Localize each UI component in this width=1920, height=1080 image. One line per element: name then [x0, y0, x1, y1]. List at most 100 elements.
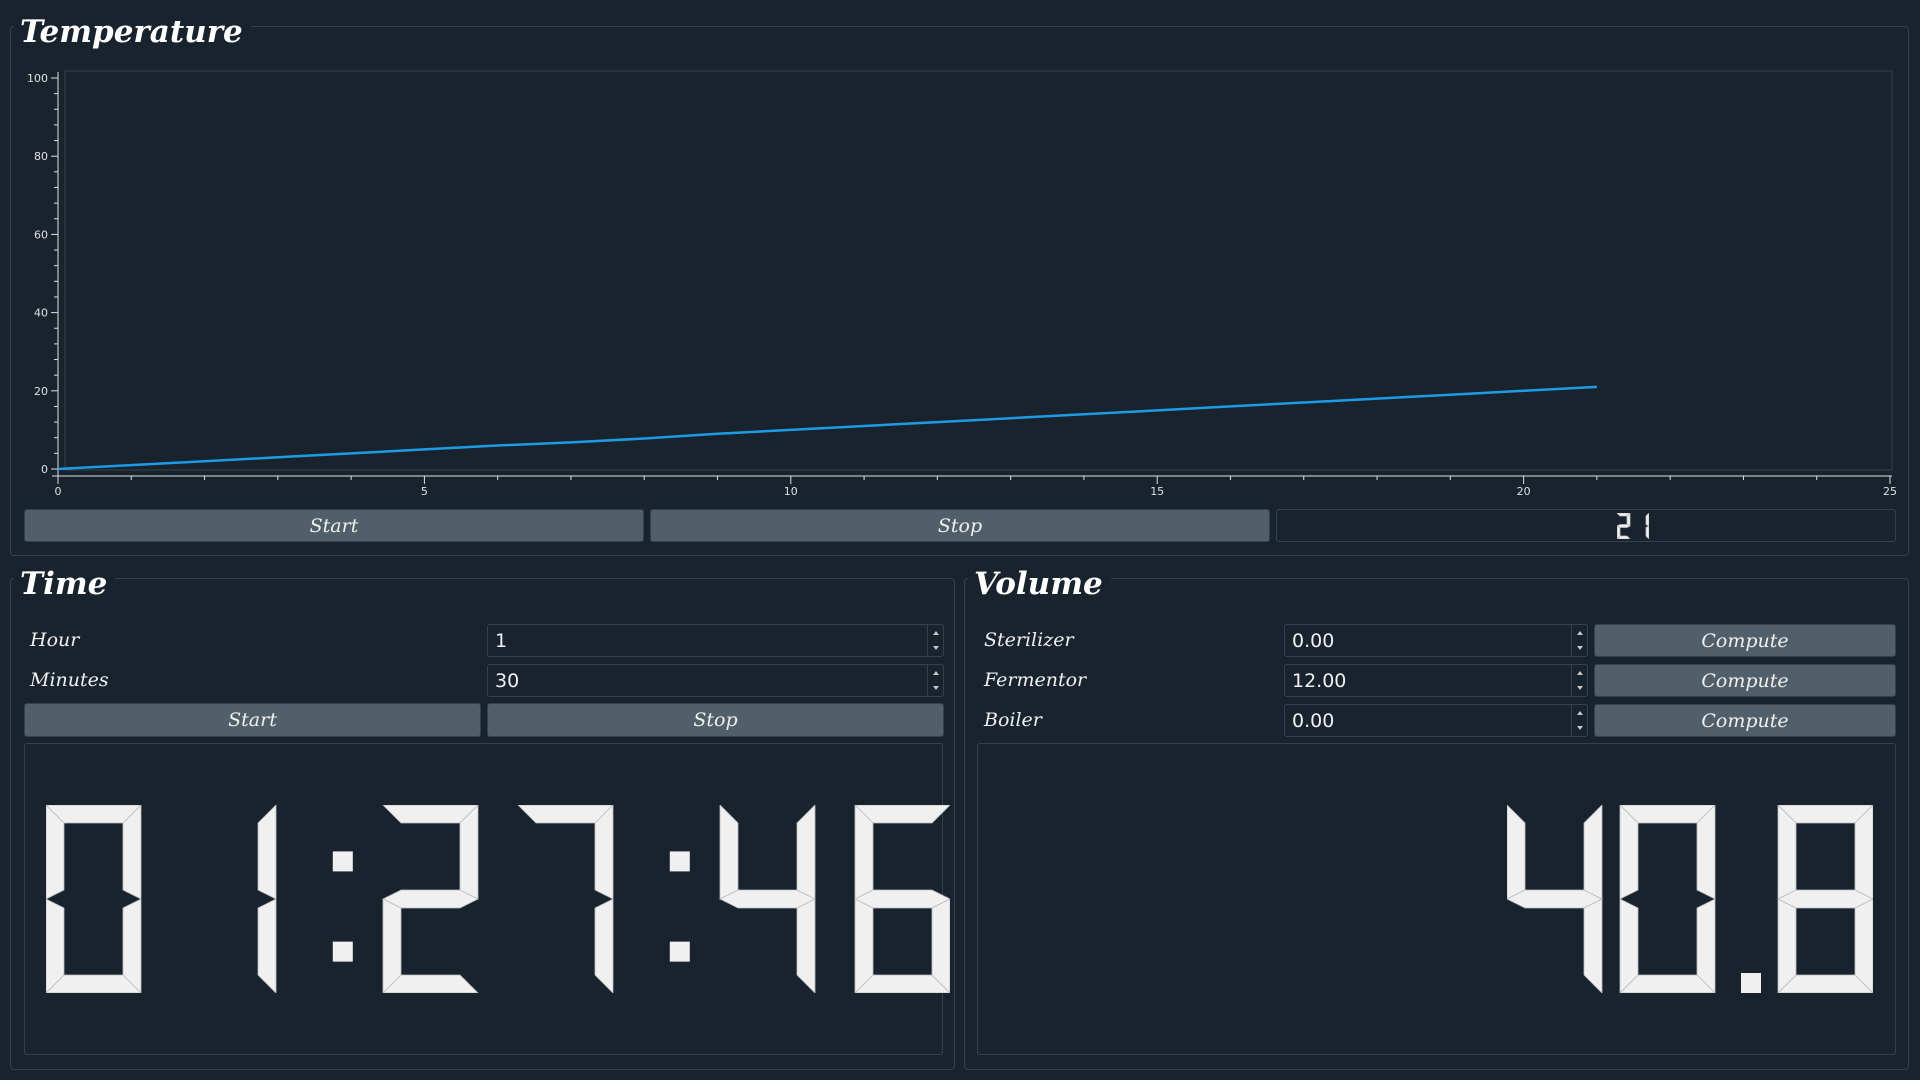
- boiler-spinbox[interactable]: [1284, 704, 1588, 737]
- lcd-svg: [45, 804, 951, 994]
- arrow-down-icon: [1576, 726, 1583, 731]
- x-tick-label: 0: [55, 485, 62, 498]
- y-tick-label: 0: [41, 463, 48, 476]
- arrow-up-icon: [932, 630, 939, 635]
- boiler-input[interactable]: [1285, 705, 1571, 736]
- fermentor-label: Fermentor: [984, 669, 1087, 691]
- hour-input[interactable]: [488, 625, 927, 656]
- x-tick-label: 10: [784, 485, 798, 498]
- sterilizer-spinbox[interactable]: [1284, 624, 1588, 657]
- lcd-digit: [1645, 512, 1650, 540]
- lcd-segment: [719, 804, 739, 900]
- minutes-increment[interactable]: [928, 665, 943, 681]
- lcd-colon-dot: [332, 851, 353, 872]
- x-tick-label: 25: [1883, 485, 1897, 498]
- minutes-spin-arrows: [927, 665, 943, 696]
- fermentor-compute-button[interactable]: Compute: [1594, 664, 1896, 697]
- minutes-decrement[interactable]: [928, 681, 943, 697]
- lcd-segment: [382, 889, 479, 909]
- fermentor-increment[interactable]: [1572, 665, 1587, 681]
- y-tick-label: 80: [34, 150, 48, 163]
- volume-lcd: [977, 743, 1896, 1055]
- lcd-digit: [1506, 804, 1603, 994]
- lcd-dot: [1741, 973, 1761, 993]
- minutes-spinbox[interactable]: [487, 664, 944, 697]
- x-tick-label: 5: [421, 485, 428, 498]
- arrow-up-icon: [1576, 710, 1583, 715]
- lcd-segment: [854, 889, 951, 909]
- temperature-start-button[interactable]: Start: [24, 509, 644, 542]
- x-tick-label: 20: [1517, 485, 1531, 498]
- lcd-segment: [594, 898, 614, 994]
- hour-increment[interactable]: [928, 625, 943, 641]
- time-stop-button[interactable]: Stop: [487, 703, 944, 737]
- lcd-colon-dot: [669, 851, 690, 872]
- temperature-stop-button[interactable]: Stop: [650, 509, 1270, 542]
- hour-spin-arrows: [927, 625, 943, 656]
- lcd-segment: [796, 898, 816, 994]
- boiler-increment[interactable]: [1572, 705, 1587, 721]
- y-tick-label: 20: [34, 385, 48, 398]
- hour-label: Hour: [30, 629, 80, 651]
- time-title: Time: [14, 564, 116, 604]
- arrow-down-icon: [1576, 686, 1583, 691]
- time-start-button[interactable]: Start: [24, 703, 481, 737]
- sterilizer-compute-button[interactable]: Compute: [1594, 624, 1896, 657]
- lcd-digit: [382, 804, 479, 994]
- lcd-svg: [1506, 804, 1874, 994]
- hour-decrement[interactable]: [928, 641, 943, 657]
- lcd-segment: [257, 804, 277, 900]
- lcd-segment: [719, 889, 816, 909]
- arrow-up-icon: [1576, 670, 1583, 675]
- lcd-colon: [669, 851, 690, 962]
- fermentor-decrement[interactable]: [1572, 681, 1587, 697]
- lcd-digit: [854, 804, 951, 994]
- time-lcd-digits: [45, 804, 951, 997]
- hour-spinbox[interactable]: [487, 624, 944, 657]
- lcd-segment: [796, 804, 816, 900]
- minutes-input[interactable]: [488, 665, 927, 696]
- fermentor-spinbox[interactable]: [1284, 664, 1588, 697]
- lcd-digit: [1777, 804, 1874, 994]
- plot-frame: [64, 70, 1893, 471]
- y-tick-label: 60: [34, 228, 48, 241]
- lcd-segment: [257, 898, 277, 994]
- fermentor-spin-arrows: [1571, 665, 1587, 696]
- lcd-digit: [719, 804, 816, 994]
- boiler-label: Boiler: [984, 709, 1042, 731]
- y-tick-label: 100: [27, 72, 48, 85]
- volume-lcd-digits: [1506, 804, 1874, 997]
- boiler-compute-button[interactable]: Compute: [1594, 704, 1896, 737]
- temperature-lcd-digits: [1616, 512, 1650, 543]
- lcd-digit: [517, 804, 614, 994]
- lcd-segment: [1777, 889, 1874, 909]
- lcd-segment: [1645, 525, 1650, 540]
- lcd-colon-dot: [669, 941, 690, 962]
- lcd-digit: [257, 804, 277, 994]
- volume-title: Volume: [968, 564, 1111, 604]
- lcd-segment: [1583, 804, 1603, 900]
- arrow-down-icon: [1576, 646, 1583, 651]
- sterilizer-decrement[interactable]: [1572, 641, 1587, 657]
- lcd-segment: [1506, 889, 1603, 909]
- fermentor-input[interactable]: [1285, 665, 1571, 696]
- y-tick-label: 40: [34, 307, 48, 320]
- boiler-decrement[interactable]: [1572, 721, 1587, 737]
- lcd-digit: [1619, 804, 1716, 994]
- lcd-digit: [1616, 512, 1631, 540]
- boiler-spin-arrows: [1571, 705, 1587, 736]
- arrow-up-icon: [932, 670, 939, 675]
- sterilizer-increment[interactable]: [1572, 625, 1587, 641]
- lcd-colon-dot: [332, 941, 353, 962]
- minutes-label: Minutes: [30, 669, 109, 691]
- x-tick-label: 15: [1150, 485, 1164, 498]
- temperature-title: Temperature: [14, 12, 251, 52]
- temperature-chart: 0 20 40 60 80 100 0 5 10 15 20 25: [18, 68, 1904, 508]
- lcd-decimal-point: [1741, 973, 1761, 993]
- lcd-segment: [1506, 804, 1526, 900]
- arrow-down-icon: [932, 646, 939, 651]
- sterilizer-spin-arrows: [1571, 625, 1587, 656]
- sterilizer-input[interactable]: [1285, 625, 1571, 656]
- lcd-segment: [1645, 512, 1650, 527]
- temperature-series-line: [57, 385, 1597, 471]
